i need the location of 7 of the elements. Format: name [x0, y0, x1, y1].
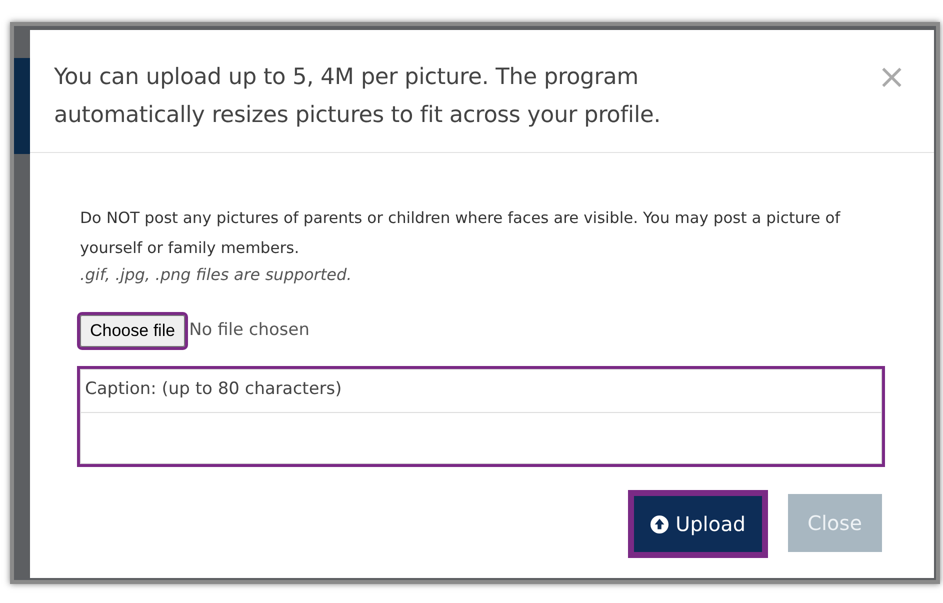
notice-text: Do NOT post any pictures of parents or children where faces are visible. You may post a picture of yourself or family members. — [80, 208, 842, 259]
caption-field[interactable]: Caption: (up to 80 characters) — [80, 368, 882, 464]
upload-icon — [650, 514, 670, 534]
upload-button[interactable]: Upload — [634, 496, 762, 552]
dialog-title: You can upload up to 5, 4M per picture. The program automatically resizes pictures to fit across your profile. — [54, 63, 662, 130]
formats-note: .gif, .jpg, .png files are supported. — [80, 264, 353, 286]
file-status: No file chosen — [189, 319, 310, 342]
